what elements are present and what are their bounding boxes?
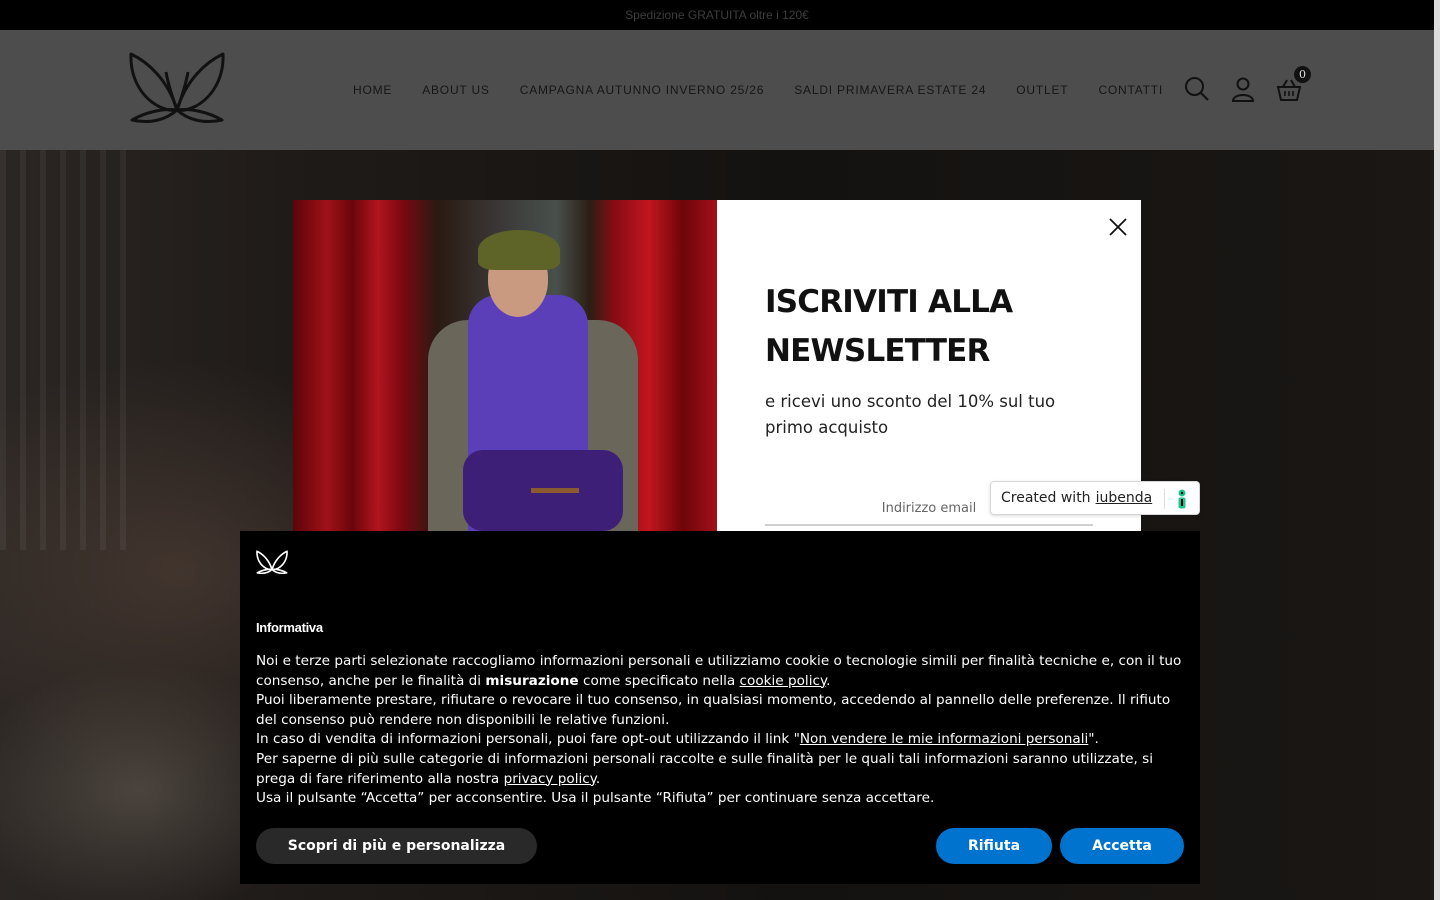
learn-more-customize-button[interactable]: Scopri di più e personalizza: [256, 828, 537, 864]
accept-button[interactable]: Accetta: [1060, 828, 1184, 864]
page-scrollbar[interactable]: [1434, 0, 1440, 900]
nav-outlet[interactable]: OUTLET: [1016, 83, 1068, 97]
cookie-policy-link[interactable]: cookie policy: [740, 673, 827, 689]
do-not-sell-link[interactable]: Non vendere le mie informazioni personal…: [800, 731, 1088, 747]
search-icon[interactable]: [1184, 76, 1210, 102]
privacy-policy-link[interactable]: privacy policy: [504, 771, 596, 787]
announcement-bar: Spedizione GRATUITA oltre i 120€: [0, 0, 1434, 30]
site-header: HOME ABOUT US CAMPAGNA AUTUNNO INVERNO 2…: [0, 30, 1434, 150]
reject-button[interactable]: Rifiuta: [936, 828, 1052, 864]
iubenda-icon: [1175, 489, 1189, 509]
newsletter-subtitle: e ricevi uno sconto del 10% sul tuo prim…: [765, 392, 1056, 437]
announcement-text: Spedizione GRATUITA oltre i 120€: [625, 8, 809, 22]
cart-count-badge: 0: [1294, 66, 1311, 83]
iubenda-badge[interactable]: Created with iubenda: [990, 481, 1200, 515]
hero-decor: [0, 150, 140, 550]
butterfly-logo[interactable]: [128, 50, 226, 124]
nav-saldi-primavera-estate[interactable]: SALDI PRIMAVERA ESTATE 24: [794, 83, 986, 97]
cookie-banner: Informativa Noi e terze parti selezionat…: [240, 531, 1200, 884]
newsletter-title: ISCRIVITI ALLA NEWSLETTER: [765, 284, 1013, 369]
nav-home[interactable]: HOME: [353, 83, 392, 97]
nav-campagna-autunno-inverno[interactable]: CAMPAGNA AUTUNNO INVERNO 25/26: [520, 83, 765, 97]
brand-logo-small: [256, 549, 288, 575]
nav-contatti[interactable]: CONTATTI: [1098, 83, 1163, 97]
nav-about-us[interactable]: ABOUT US: [422, 83, 490, 97]
close-icon[interactable]: [1107, 216, 1129, 238]
user-icon[interactable]: [1230, 76, 1256, 102]
newsletter-model-photo: [293, 200, 717, 531]
cookie-banner-text: Noi e terze parti selezionate raccogliam…: [256, 653, 1182, 807]
iubenda-link[interactable]: iubenda: [1096, 490, 1153, 506]
basket-icon[interactable]: 0: [1276, 66, 1311, 102]
cookie-banner-title: Informativa: [256, 620, 323, 635]
iubenda-badge-prefix: Created with: [1001, 490, 1091, 506]
main-nav: HOME ABOUT US CAMPAGNA AUTUNNO INVERNO 2…: [353, 30, 1163, 150]
header-icons: 0: [1184, 66, 1311, 102]
